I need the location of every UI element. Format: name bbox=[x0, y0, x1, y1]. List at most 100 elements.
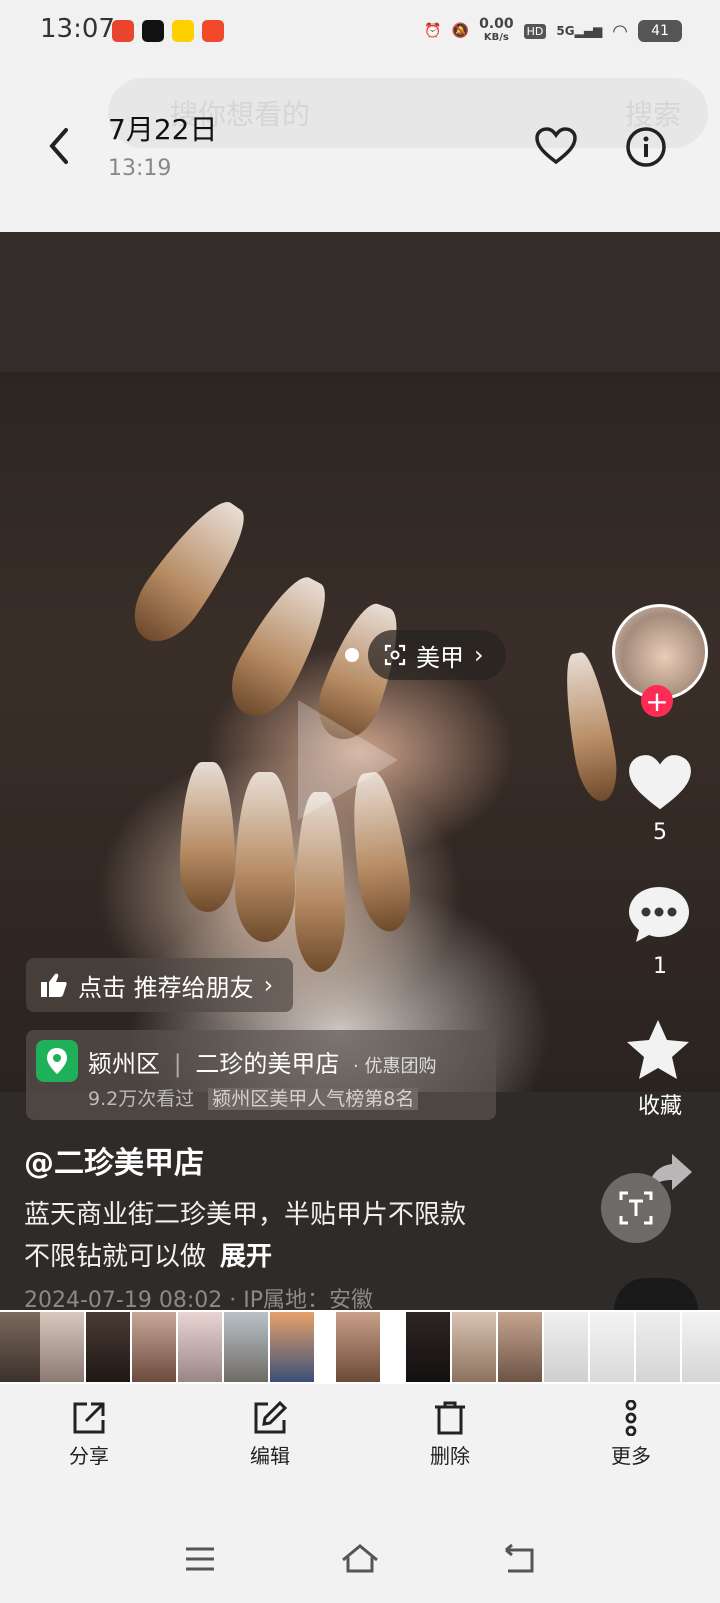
filmstrip-thumb[interactable] bbox=[544, 1312, 588, 1382]
delete-label: 删除 bbox=[430, 1444, 470, 1468]
status-time: 13:07 bbox=[40, 14, 115, 44]
trash-icon bbox=[435, 1401, 465, 1435]
location-pin-icon bbox=[36, 1040, 78, 1082]
follow-plus-icon[interactable]: + bbox=[641, 685, 673, 718]
poi-title: 颍州区 | 二珍的美甲店 · 优惠团购 bbox=[88, 1044, 436, 1079]
comment-icon bbox=[629, 887, 689, 942]
author-name[interactable]: @二珍美甲店 bbox=[24, 1138, 204, 1182]
menu-icon bbox=[186, 1547, 214, 1571]
mute-icon: 🔕 bbox=[451, 23, 470, 39]
info-icon bbox=[626, 127, 666, 167]
filmstrip-thumb[interactable] bbox=[224, 1312, 268, 1382]
text-recognition-button[interactable] bbox=[601, 1173, 671, 1243]
edit-button[interactable]: 编辑 bbox=[225, 1400, 315, 1469]
edit-label: 编辑 bbox=[250, 1444, 290, 1468]
expand-link[interactable]: 展开 bbox=[220, 1242, 272, 1272]
more-dots-icon bbox=[625, 1400, 637, 1436]
home-icon bbox=[342, 1544, 378, 1573]
delete-button[interactable]: 删除 bbox=[405, 1400, 495, 1469]
edit-icon bbox=[254, 1400, 288, 1434]
filmstrip-thumb[interactable] bbox=[636, 1312, 680, 1382]
page-time: 13:19 bbox=[108, 156, 172, 181]
status-right: ⏰ 🔕 0.00 KB/s HD 5G▂▄▆ ◠ 41 bbox=[424, 16, 682, 46]
hd-icon: HD bbox=[523, 23, 547, 39]
nail-decor bbox=[180, 762, 235, 912]
share-label: 分享 bbox=[69, 1444, 109, 1468]
heart-icon bbox=[629, 755, 691, 810]
back-nav-button[interactable] bbox=[502, 1543, 536, 1578]
favorite-label: 收藏 bbox=[637, 1094, 682, 1119]
product-tag-label: 美甲 bbox=[416, 643, 464, 672]
comment-count: 1 bbox=[653, 954, 667, 979]
poi-subline: 9.2万次看过 颍州区美甲人气榜第8名 bbox=[88, 1084, 419, 1111]
app-icon-4 bbox=[202, 20, 224, 42]
scan-icon bbox=[384, 644, 406, 666]
more-button[interactable]: 更多 bbox=[586, 1400, 676, 1469]
favorite-star-button[interactable] bbox=[624, 1018, 692, 1086]
favorite-button[interactable] bbox=[534, 126, 578, 170]
back-button[interactable] bbox=[44, 126, 74, 170]
net-speed: 0.00 KB/s bbox=[479, 16, 514, 44]
filmstrip-thumb[interactable] bbox=[40, 1312, 84, 1382]
back-icon bbox=[49, 128, 68, 164]
chevron-right-icon: › bbox=[263, 971, 274, 999]
like-count: 5 bbox=[653, 820, 667, 845]
heart-outline-icon bbox=[535, 127, 577, 165]
filmstrip-thumb[interactable] bbox=[132, 1312, 176, 1382]
nail-decor bbox=[557, 649, 623, 805]
nail-decor bbox=[119, 489, 261, 655]
video-top-band bbox=[0, 232, 720, 372]
poi-shop: 二珍的美甲店 bbox=[195, 1050, 340, 1078]
meituan-icon bbox=[172, 20, 194, 42]
net-speed-value: 0.00 bbox=[479, 16, 514, 32]
poi-rank: 颍州区美甲人气榜第8名 bbox=[208, 1088, 419, 1110]
info-button[interactable] bbox=[625, 126, 667, 172]
comment-button[interactable] bbox=[626, 884, 692, 950]
filmstrip-thumb[interactable] bbox=[178, 1312, 222, 1382]
menu-nav-button[interactable] bbox=[184, 1546, 216, 1576]
battery-icon: 41 bbox=[638, 20, 682, 42]
recommend-label: 点击 推荐给朋友 bbox=[78, 973, 254, 1002]
filmstrip-thumb[interactable] bbox=[406, 1312, 450, 1382]
filmstrip-thumb[interactable] bbox=[590, 1312, 634, 1382]
network-type: 5G bbox=[556, 24, 575, 38]
star-icon bbox=[627, 1020, 689, 1079]
poi-views: 9.2万次看过 bbox=[88, 1088, 195, 1110]
filmstrip-thumb[interactable] bbox=[682, 1312, 720, 1382]
poi-divider: | bbox=[173, 1050, 182, 1078]
product-tag[interactable]: 美甲 › bbox=[368, 630, 506, 680]
tag-anchor-dot bbox=[345, 648, 359, 662]
thumbs-up-icon bbox=[41, 973, 67, 997]
share-icon bbox=[73, 1402, 105, 1434]
share-button[interactable]: 分享 bbox=[44, 1400, 134, 1469]
alarm-icon: ⏰ bbox=[424, 23, 442, 39]
desc-line-1: 蓝天商业街二珍美甲，半贴甲片不限款 bbox=[24, 1200, 467, 1230]
home-nav-button[interactable] bbox=[340, 1542, 380, 1578]
page-date: 7月22日 bbox=[108, 113, 218, 146]
filmstrip[interactable] bbox=[0, 1310, 720, 1384]
like-button[interactable] bbox=[626, 752, 694, 818]
back-nav-icon bbox=[505, 1543, 534, 1573]
filmstrip-thumb[interactable] bbox=[336, 1312, 380, 1382]
video-description: 蓝天商业街二珍美甲，半贴甲片不限款 不限钻就可以做 展开 bbox=[24, 1194, 584, 1278]
more-label: 更多 bbox=[611, 1444, 651, 1468]
play-icon[interactable] bbox=[298, 700, 398, 820]
app-icon-1 bbox=[112, 20, 134, 42]
filmstrip-thumb[interactable] bbox=[0, 1312, 44, 1382]
chevron-right-icon: › bbox=[474, 641, 484, 669]
filmstrip-thumb[interactable] bbox=[270, 1312, 314, 1382]
net-speed-unit: KB/s bbox=[483, 32, 509, 43]
desc-line-2: 不限钻就可以做 bbox=[24, 1242, 207, 1272]
text-scan-icon bbox=[619, 1191, 653, 1225]
poi-district: 颍州区 bbox=[88, 1050, 160, 1078]
poi-extra: · 优惠团购 bbox=[353, 1056, 437, 1077]
filmstrip-thumb[interactable] bbox=[86, 1312, 130, 1382]
filmstrip-thumb[interactable] bbox=[452, 1312, 496, 1382]
status-bar: 13:07 ⏰ 🔕 0.00 KB/s HD 5G▂▄▆ ◠ 41 bbox=[0, 0, 720, 62]
signal-icon: 5G▂▄▆ bbox=[556, 24, 603, 38]
nail-decor bbox=[235, 772, 295, 942]
recommend-button[interactable]: 点击 推荐给朋友 › bbox=[26, 958, 294, 1012]
wifi-icon: ◠ bbox=[612, 20, 628, 42]
capcut-icon bbox=[142, 20, 164, 42]
filmstrip-thumb[interactable] bbox=[498, 1312, 542, 1382]
